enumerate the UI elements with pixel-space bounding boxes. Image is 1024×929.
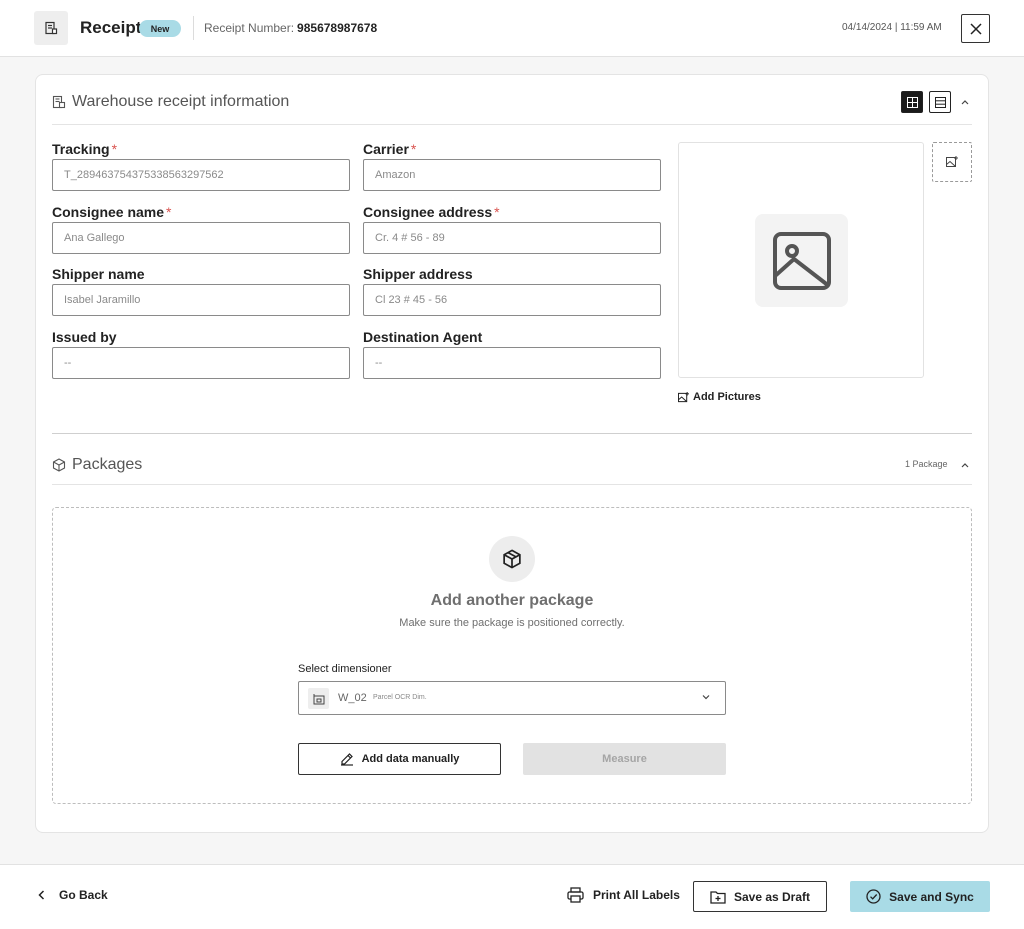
add-package-heading: Add another package bbox=[430, 592, 594, 609]
consignee-name-label: Consignee name * bbox=[52, 204, 171, 220]
required-mark: * bbox=[166, 204, 172, 220]
header-divider bbox=[193, 16, 194, 40]
package-icon-badge bbox=[489, 536, 535, 582]
image-placeholder bbox=[755, 214, 848, 307]
carrier-input[interactable] bbox=[363, 159, 661, 191]
shipper-name-input[interactable] bbox=[52, 284, 350, 316]
issued-by-input[interactable] bbox=[52, 347, 350, 379]
chevron-up-icon[interactable] bbox=[961, 462, 969, 468]
add-package-subtitle: Make sure the package is positioned corr… bbox=[399, 617, 625, 629]
image-placeholder-icon bbox=[772, 231, 831, 290]
dimensioner-label: Select dimensioner bbox=[298, 663, 392, 675]
section-divider bbox=[52, 484, 972, 485]
package-icon bbox=[503, 549, 521, 569]
dimensioner-select[interactable]: W_02 Parcel OCR Dim. bbox=[298, 681, 726, 715]
grid-view-icon bbox=[906, 96, 918, 108]
save-and-sync-button[interactable]: Save and Sync bbox=[850, 881, 990, 912]
add-data-manually-label: Add data manually bbox=[361, 753, 460, 765]
carrier-label: Carrier * bbox=[363, 141, 416, 157]
warehouse-icon bbox=[52, 95, 66, 109]
receipt-number: Receipt Number: 985678987678 bbox=[204, 21, 377, 35]
save-as-draft-button[interactable]: Save as Draft bbox=[693, 881, 827, 912]
consignee-name-label-text: Consignee name bbox=[52, 204, 165, 220]
print-all-labels-button[interactable]: Print All Labels bbox=[567, 887, 680, 903]
package-count: 1 Package bbox=[905, 459, 948, 469]
dimensioner-type: Parcel OCR Dim. bbox=[373, 694, 427, 701]
page-header: Receipt New Receipt Number: 985678987678 … bbox=[0, 0, 1024, 57]
section-divider bbox=[52, 124, 972, 125]
consignee-address-input[interactable] bbox=[363, 222, 661, 254]
list-view-icon bbox=[934, 96, 946, 108]
shipper-address-label: Shipper address bbox=[363, 266, 473, 282]
shipper-address-input[interactable] bbox=[363, 284, 661, 316]
check-circle-icon bbox=[866, 889, 881, 904]
print-all-labels-label: Print All Labels bbox=[593, 888, 680, 902]
receipt-number-value: 985678987678 bbox=[297, 21, 378, 35]
section-title-warehouse: Warehouse receipt information bbox=[72, 93, 290, 110]
destination-agent-input[interactable] bbox=[363, 347, 661, 379]
add-data-manually-button[interactable]: Add data manually bbox=[298, 743, 501, 775]
chevron-up-icon[interactable] bbox=[961, 99, 969, 105]
save-and-sync-label: Save and Sync bbox=[889, 889, 974, 904]
page-title: Receipt bbox=[80, 18, 142, 37]
add-image-icon bbox=[946, 156, 958, 167]
chevron-left-icon bbox=[38, 890, 45, 900]
receipt-number-label: Receipt Number: bbox=[204, 21, 295, 35]
go-back-button[interactable]: Go Back bbox=[38, 888, 108, 902]
package-icon bbox=[52, 458, 66, 472]
tracking-label: Tracking * bbox=[52, 141, 117, 157]
close-button[interactable] bbox=[961, 14, 990, 43]
add-pictures-link[interactable]: Add Pictures bbox=[678, 391, 761, 403]
list-view-button[interactable] bbox=[929, 91, 951, 113]
add-image-button[interactable] bbox=[932, 142, 972, 182]
section-divider bbox=[52, 433, 972, 434]
destination-agent-label: Destination Agent bbox=[363, 329, 483, 345]
pencil-icon bbox=[340, 753, 353, 766]
consignee-name-input[interactable] bbox=[52, 222, 350, 254]
carrier-label-text: Carrier bbox=[363, 141, 409, 157]
required-mark: * bbox=[111, 141, 118, 157]
status-badge: New bbox=[139, 20, 181, 37]
add-pictures-label: Add Pictures bbox=[693, 391, 761, 403]
receipt-datetime: 04/14/2024 | 11:59 AM bbox=[842, 22, 942, 33]
grid-view-button[interactable] bbox=[901, 91, 923, 113]
image-preview[interactable] bbox=[678, 142, 924, 378]
issued-by-label: Issued by bbox=[52, 329, 117, 345]
measure-button[interactable]: Measure bbox=[523, 743, 726, 775]
printer-icon bbox=[567, 887, 584, 903]
add-image-icon bbox=[678, 391, 689, 402]
dimensioner-name: W_02 bbox=[338, 692, 367, 704]
chevron-down-icon bbox=[702, 695, 710, 700]
shipper-name-label: Shipper name bbox=[52, 266, 145, 282]
consignee-address-label: Consignee address * bbox=[363, 204, 500, 220]
required-mark: * bbox=[494, 204, 500, 220]
go-back-label: Go Back bbox=[59, 888, 108, 902]
close-icon bbox=[969, 22, 982, 35]
receipt-icon bbox=[34, 11, 68, 45]
section-title-packages: Packages bbox=[72, 456, 143, 473]
folder-plus-icon bbox=[710, 890, 726, 904]
tracking-input[interactable] bbox=[52, 159, 350, 191]
save-as-draft-label: Save as Draft bbox=[733, 889, 811, 904]
required-mark: * bbox=[410, 141, 417, 157]
tracking-label-text: Tracking bbox=[52, 141, 110, 157]
dimensioner-icon bbox=[308, 688, 329, 709]
consignee-address-label-text: Consignee address bbox=[363, 204, 493, 220]
